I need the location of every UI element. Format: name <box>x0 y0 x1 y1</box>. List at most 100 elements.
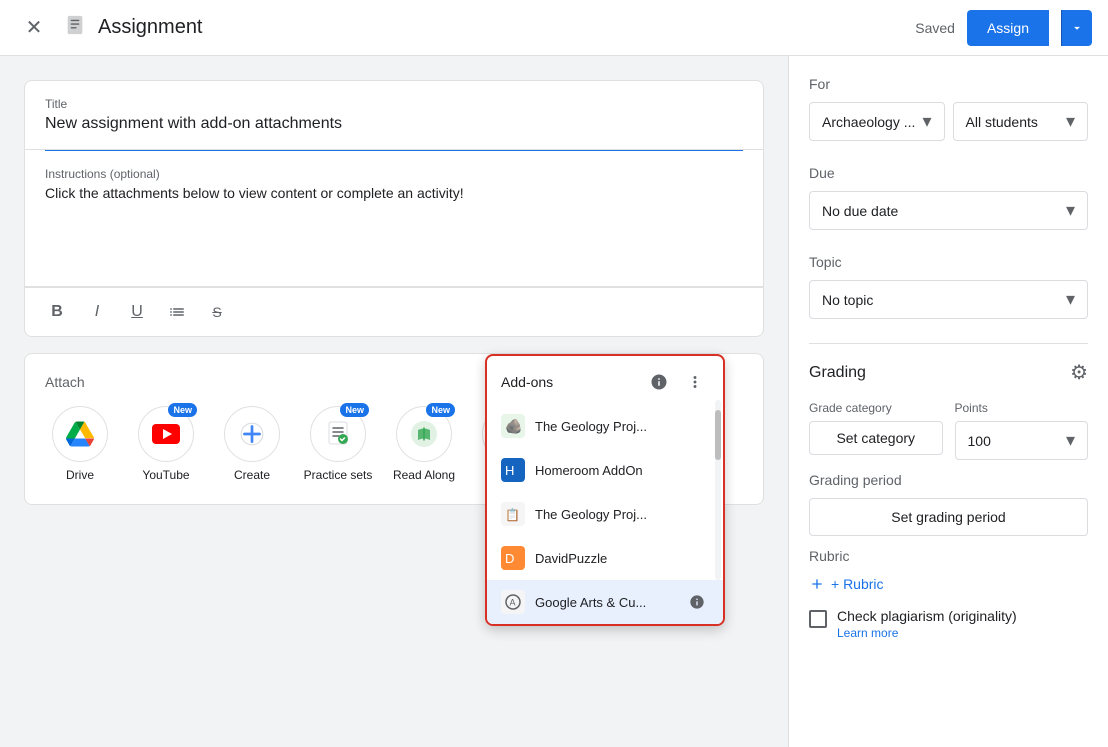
saved-status: Saved <box>915 20 955 36</box>
plagiarism-text-wrap: Check plagiarism (originality) Learn mor… <box>837 608 1088 642</box>
set-category-button[interactable]: Set category <box>809 421 943 455</box>
topic-value: No topic <box>822 292 873 308</box>
points-value: 100 <box>968 433 991 449</box>
attach-item-youtube[interactable]: New YouTube <box>131 406 201 484</box>
attach-item-drive[interactable]: Drive <box>45 406 115 484</box>
google-arts-name: Google Arts & Cu... <box>535 595 675 610</box>
addon-item-geology1[interactable]: 🪨 The Geology Proj... <box>487 404 723 448</box>
attach-card: Attach Drive <box>24 353 764 505</box>
geology1-icon: 🪨 <box>501 414 525 438</box>
doc-icon <box>64 14 86 42</box>
add-rubric-label: + Rubric <box>831 576 884 592</box>
points-col: Points 100 ▾ <box>955 401 1089 460</box>
bold-button[interactable]: B <box>41 296 73 328</box>
plagiarism-checkbox[interactable] <box>809 610 827 628</box>
due-label: Due <box>809 165 1088 181</box>
for-dropdowns: Archaeology ... ▾ All students ▾ <box>809 102 1088 141</box>
addon-item-geology2[interactable]: 📋 The Geology Proj... <box>487 492 723 536</box>
grading-section: Grading ⚙ Grade category Set category Po… <box>809 360 1088 642</box>
practice-sets-label: Practice sets <box>304 468 373 484</box>
list-button[interactable] <box>161 296 193 328</box>
attach-item-practice-sets[interactable]: New Practice sets <box>303 406 373 484</box>
add-rubric-button[interactable]: + Rubric <box>809 572 884 596</box>
google-arts-icon: A <box>501 590 525 614</box>
class-dropdown[interactable]: Archaeology ... ▾ <box>809 102 945 141</box>
youtube-icon-wrap: New <box>138 406 194 462</box>
rubric-section: Rubric + Rubric <box>809 548 1088 596</box>
practice-new-badge: New <box>340 403 369 417</box>
google-arts-info-button[interactable] <box>685 590 709 614</box>
students-dropdown[interactable]: All students ▾ <box>953 102 1089 141</box>
grading-title: Grading <box>809 364 866 382</box>
create-icon-wrap <box>224 406 280 462</box>
divider <box>809 343 1088 344</box>
svg-text:📋: 📋 <box>505 508 520 522</box>
text-toolbar: B I U S <box>25 287 763 336</box>
class-arrow-icon: ▾ <box>922 111 931 132</box>
assign-dropdown-button[interactable] <box>1061 10 1092 46</box>
topic-dropdown[interactable]: No topic ▾ <box>809 280 1088 319</box>
title-input[interactable] <box>45 115 743 133</box>
instructions-input[interactable]: Click the attachments below to view cont… <box>45 185 743 265</box>
instructions-label: Instructions (optional) <box>45 167 743 181</box>
page-title: Assignment <box>98 16 203 39</box>
addon-header-icons <box>645 368 709 396</box>
due-arrow-icon: ▾ <box>1066 200 1075 221</box>
attach-item-read-along[interactable]: New Read Along <box>389 406 459 484</box>
left-panel: Title Instructions (optional) Click the … <box>0 56 788 747</box>
points-dropdown[interactable]: 100 ▾ <box>955 421 1089 460</box>
grading-gear-icon[interactable]: ⚙ <box>1070 360 1088 385</box>
title-label: Title <box>45 97 743 111</box>
youtube-label: YouTube <box>142 468 189 484</box>
svg-text:D: D <box>505 551 514 566</box>
addon-menu-button[interactable] <box>681 368 709 396</box>
italic-button[interactable]: I <box>81 296 113 328</box>
addon-info-button[interactable] <box>645 368 673 396</box>
topic-section: Topic No topic ▾ <box>809 254 1088 319</box>
youtube-new-badge: New <box>168 403 197 417</box>
grade-category-col: Grade category Set category <box>809 401 943 460</box>
plagiarism-label: Check plagiarism (originality) <box>837 608 1088 624</box>
strikethrough-button[interactable]: S <box>201 296 233 328</box>
set-grading-period-button[interactable]: Set grading period <box>809 498 1088 536</box>
topic-arrow-icon: ▾ <box>1066 289 1075 310</box>
topic-label: Topic <box>809 254 1088 270</box>
students-arrow-icon: ▾ <box>1066 111 1075 132</box>
points-arrow-icon: ▾ <box>1066 430 1075 451</box>
geology2-icon: 📋 <box>501 502 525 526</box>
rubric-label: Rubric <box>809 548 1088 564</box>
attach-item-create[interactable]: Create <box>217 406 287 484</box>
create-label: Create <box>234 468 270 484</box>
addon-item-google-arts[interactable]: A Google Arts & Cu... <box>487 580 723 624</box>
close-button[interactable]: ✕ <box>16 10 52 46</box>
svg-text:H: H <box>505 463 514 478</box>
for-section: For Archaeology ... ▾ All students ▾ <box>809 76 1088 141</box>
class-value: Archaeology ... <box>822 114 915 130</box>
for-label: For <box>809 76 1088 92</box>
homeroom-icon: H <box>501 458 525 482</box>
drive-icon-wrap <box>52 406 108 462</box>
geology2-name: The Geology Proj... <box>535 507 709 522</box>
addon-scroll-thumb <box>715 410 721 460</box>
svg-text:🪨: 🪨 <box>505 418 522 435</box>
top-bar-right: Saved Assign <box>915 10 1092 46</box>
drive-label: Drive <box>66 468 94 484</box>
addons-title: Add-ons <box>501 374 553 390</box>
learn-more-link[interactable]: Learn more <box>837 626 898 640</box>
assign-button[interactable]: Assign <box>967 10 1049 46</box>
instructions-field: Instructions (optional) Click the attach… <box>25 151 763 287</box>
homeroom-name: Homeroom AddOn <box>535 463 709 478</box>
davidpuzzle-icon: D <box>501 546 525 570</box>
grading-header: Grading ⚙ <box>809 360 1088 385</box>
addon-item-homeroom[interactable]: H Homeroom AddOn <box>487 448 723 492</box>
right-panel: For Archaeology ... ▾ All students ▾ Due… <box>788 56 1108 747</box>
title-field: Title <box>25 81 763 150</box>
due-section: Due No due date ▾ <box>809 165 1088 230</box>
due-value: No due date <box>822 203 898 219</box>
underline-button[interactable]: U <box>121 296 153 328</box>
addon-item-davidpuzzle[interactable]: D DavidPuzzle <box>487 536 723 580</box>
read-along-new-badge: New <box>426 403 455 417</box>
grading-period-label: Grading period <box>809 472 1088 488</box>
due-dropdown[interactable]: No due date ▾ <box>809 191 1088 230</box>
addon-scrollbar[interactable] <box>715 400 721 580</box>
